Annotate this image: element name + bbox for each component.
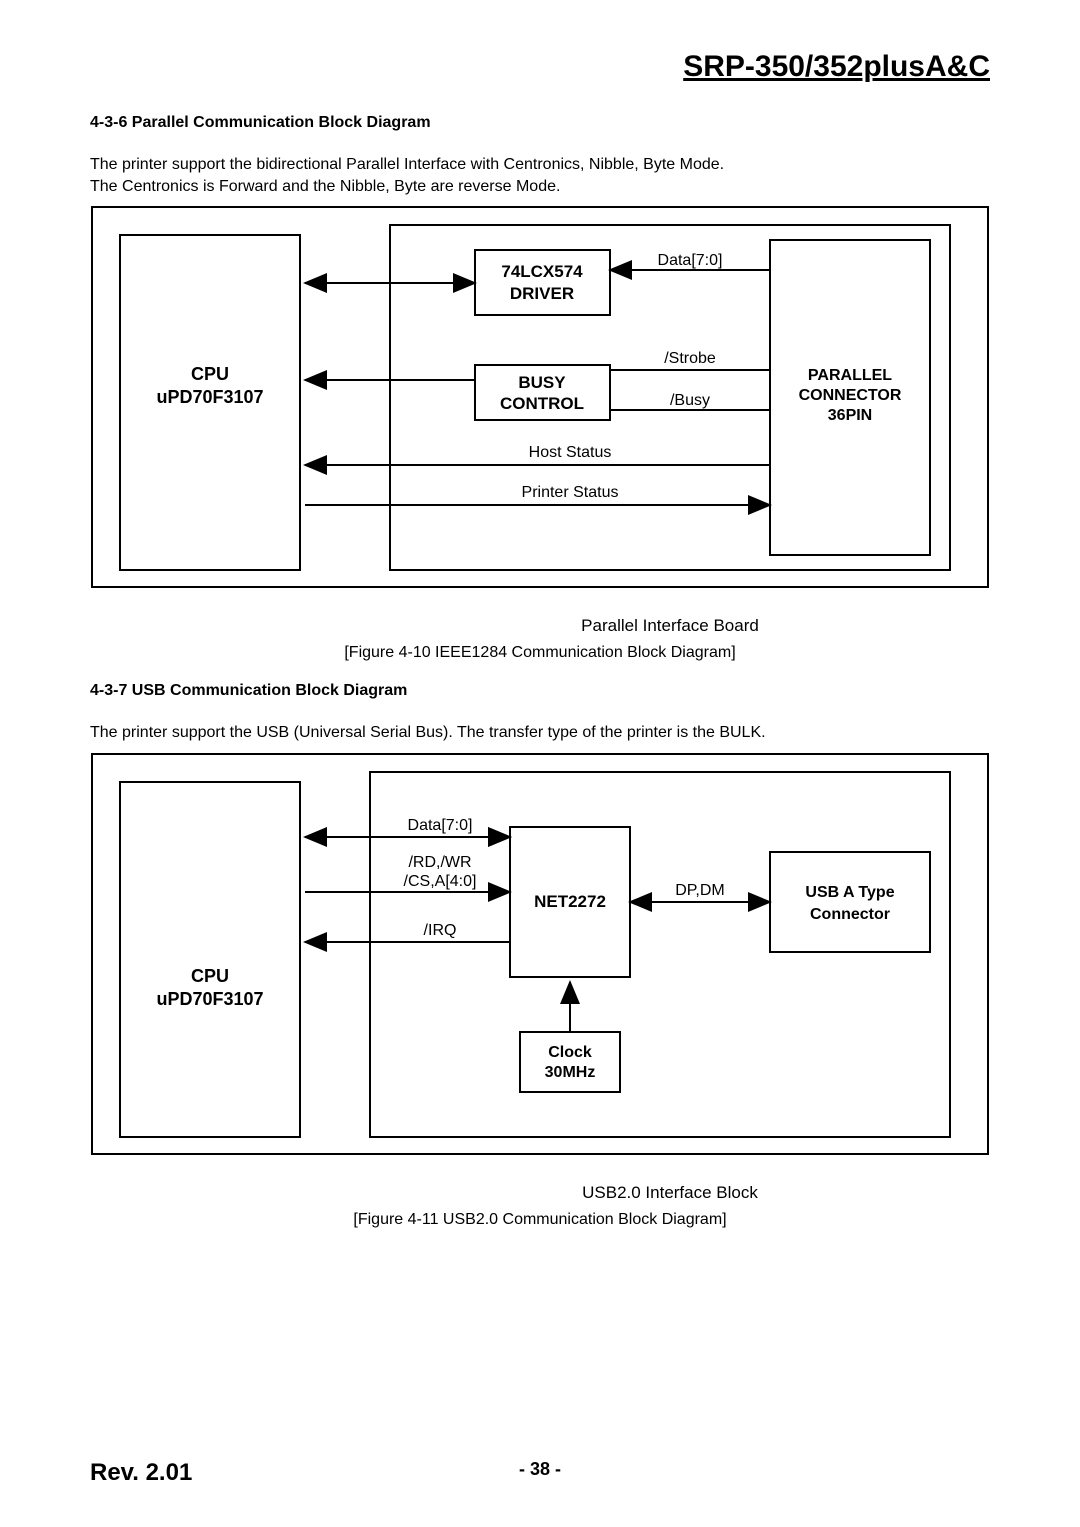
conn-l3: 36PIN xyxy=(828,407,872,424)
printerstatus-label: Printer Status xyxy=(522,484,619,501)
irq-label: /IRQ xyxy=(424,922,457,939)
conn-l1: PARALLEL xyxy=(808,367,892,384)
rdwr-label: /RD,/WR xyxy=(408,854,471,871)
page-number: - 38 - xyxy=(519,1459,561,1480)
busy-out-label: /Busy xyxy=(670,392,710,409)
diagram-svg-2: CPU uPD70F3107 NET2272 USB A Type Connec… xyxy=(90,752,990,1172)
section-body-parallel: The printer support the bidirectional Pa… xyxy=(90,154,990,197)
busy-label-1: BUSY xyxy=(518,373,566,392)
hoststatus-label: Host Status xyxy=(529,444,612,461)
usb-block-diagram: CPU uPD70F3107 NET2272 USB A Type Connec… xyxy=(90,752,990,1203)
paragraph-line: The Centronics is Forward and the Nibble… xyxy=(90,178,560,195)
usb-l2: Connector xyxy=(810,906,890,923)
diagram2-sub-label: USB2.0 Interface Block xyxy=(90,1183,990,1203)
usb-l1: USB A Type xyxy=(805,884,894,901)
dpdm-label: DP,DM xyxy=(675,882,725,899)
section-body-usb: The printer support the USB (Universal S… xyxy=(90,722,990,744)
section-title-usb: 4-3-7 USB Communication Block Diagram xyxy=(90,682,990,700)
conn-l2: CONNECTOR xyxy=(799,387,902,404)
figure-caption-1: [Figure 4-10 IEEE1284 Communication Bloc… xyxy=(90,644,990,662)
cpu2-l2: uPD70F3107 xyxy=(156,989,263,1009)
diagram-sub-label: Parallel Interface Board xyxy=(90,616,990,636)
page-title: SRP-350/352plusA&C xyxy=(90,50,990,84)
figure-caption-2: [Figure 4-11 USB2.0 Communication Block … xyxy=(90,1211,990,1229)
section-title-parallel: 4-3-6 Parallel Communication Block Diagr… xyxy=(90,114,990,132)
clk-l2: 30MHz xyxy=(545,1064,596,1081)
cpu-label: CPU xyxy=(191,364,229,384)
data-label: Data[7:0] xyxy=(658,252,723,269)
parallel-block-diagram: CPU uPD70F3107 74LCX574 DRIVER BUSY CONT… xyxy=(90,205,990,636)
busy-label-2: CONTROL xyxy=(500,394,584,413)
strobe-label: /Strobe xyxy=(664,350,716,367)
driver-label-1: 74LCX574 xyxy=(501,262,583,281)
net-label: NET2272 xyxy=(534,892,606,911)
data2-label: Data[7:0] xyxy=(408,817,473,834)
revision-label: Rev. 2.01 xyxy=(90,1459,192,1487)
cpu2-l1: CPU xyxy=(191,966,229,986)
page: SRP-350/352plusA&C 4-3-6 Parallel Commun… xyxy=(0,0,1080,1527)
diagram-svg: CPU uPD70F3107 74LCX574 DRIVER BUSY CONT… xyxy=(90,205,990,605)
clk-l1: Clock xyxy=(548,1044,592,1061)
paragraph-line: The printer support the bidirectional Pa… xyxy=(90,156,724,173)
paragraph-line: The printer support the USB (Universal S… xyxy=(90,724,766,741)
driver-label-2: DRIVER xyxy=(510,284,574,303)
csa-label: /CS,A[4:0] xyxy=(404,873,477,890)
page-footer: Rev. 2.01 - 38 - xyxy=(90,1459,990,1487)
cpu-label-2: uPD70F3107 xyxy=(156,387,263,407)
